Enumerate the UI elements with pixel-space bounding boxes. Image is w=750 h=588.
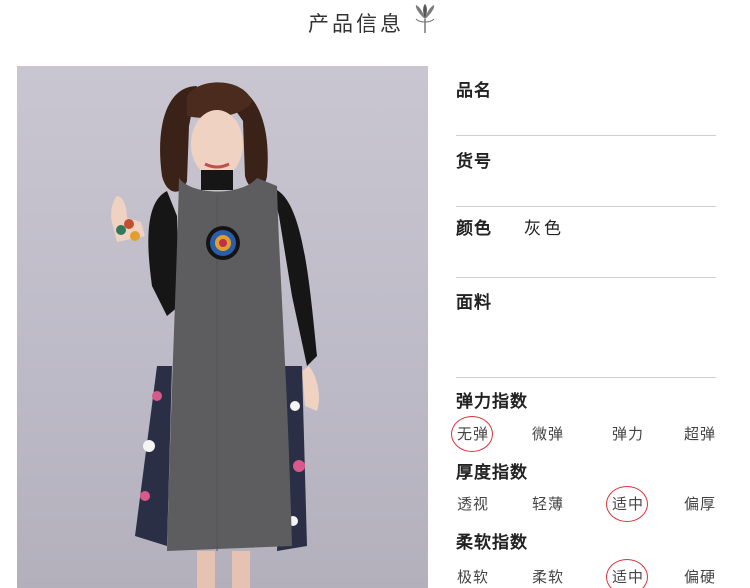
softness-option: 柔软 xyxy=(532,568,565,586)
lotus-icon xyxy=(415,4,435,33)
field-color-label: 颜色 xyxy=(456,219,492,239)
field-color-value: 灰色 xyxy=(524,219,564,239)
thickness-option: 透视 xyxy=(457,495,490,513)
softness-option: 偏硬 xyxy=(684,568,717,586)
thickness-option: 偏厚 xyxy=(684,495,717,513)
elasticity-option: 微弹 xyxy=(532,425,565,443)
field-name-label: 品名 xyxy=(456,81,492,101)
field-sku-label: 货号 xyxy=(456,152,492,172)
model-illustration xyxy=(111,82,320,588)
field-fabric-label: 面料 xyxy=(456,293,492,313)
thickness-option-selected: 适中 xyxy=(605,486,649,522)
divider xyxy=(456,206,716,207)
softness-index-title: 柔软指数 xyxy=(456,533,528,553)
softness-option-selected: 适中 xyxy=(605,559,649,588)
divider xyxy=(456,135,716,136)
thickness-index-title: 厚度指数 xyxy=(456,463,528,483)
divider xyxy=(456,377,716,378)
product-photo xyxy=(17,66,428,588)
divider xyxy=(456,277,716,278)
page-title: 产品信息 xyxy=(308,12,404,36)
elasticity-option-selected: 无弹 xyxy=(450,416,494,452)
softness-option: 极软 xyxy=(457,568,490,586)
elasticity-index-title: 弹力指数 xyxy=(456,392,528,412)
thickness-option: 轻薄 xyxy=(532,495,565,513)
product-info-panel: 品名 货号 颜色 灰色 面料 弹力指数 无弹 微弹 弹力 超弹 厚度指数 透视 … xyxy=(450,0,718,588)
elasticity-option: 超弹 xyxy=(684,425,717,443)
elasticity-option: 弹力 xyxy=(612,425,645,443)
